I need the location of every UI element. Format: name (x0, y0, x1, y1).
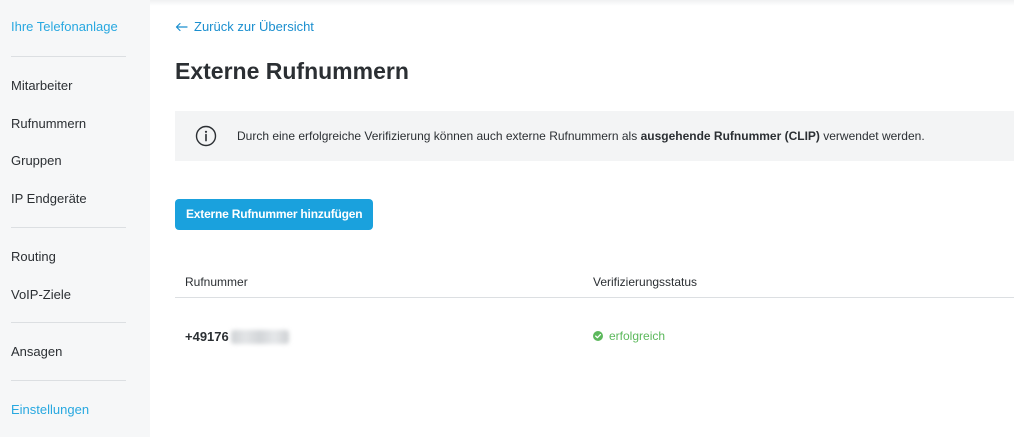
back-link[interactable]: Zurück zur Übersicht (175, 19, 314, 34)
sidebar-item-groups[interactable]: Gruppen (11, 153, 62, 168)
info-text-bold: ausgehende Rufnummer (CLIP) (640, 129, 820, 143)
status-badge: erfolgreich (593, 329, 665, 343)
sidebar-item-announcements[interactable]: Ansagen (11, 344, 62, 359)
table-row[interactable]: +49176 erfolgreich (175, 298, 1014, 376)
sidebar-item-ip-devices[interactable]: IP Endgeräte (11, 191, 87, 206)
sidebar-divider (11, 380, 126, 381)
back-link-label: Zurück zur Übersicht (194, 19, 314, 34)
sidebar-item-employees[interactable]: Mitarbeiter (11, 78, 72, 93)
phone-number: +49176 (185, 329, 289, 344)
numbers-table: Rufnummer Verifizierungsstatus +49176 er… (175, 265, 1014, 376)
info-circle-icon (195, 125, 217, 147)
redacted-digits (230, 329, 289, 344)
column-header-verification-status: Verifizierungsstatus (593, 275, 698, 289)
add-external-number-button[interactable]: Externe Rufnummer hinzufügen (175, 199, 374, 230)
sidebar-item-voip-targets[interactable]: VoIP-Ziele (11, 287, 71, 302)
sidebar-item-settings[interactable]: Einstellungen (11, 402, 89, 417)
table-header: Rufnummer Verifizierungsstatus (175, 265, 1014, 298)
page-title: Externe Rufnummern (175, 58, 409, 84)
sidebar-item-routing[interactable]: Routing (11, 249, 56, 264)
main-content: Zurück zur Übersicht Externe Rufnummern … (150, 0, 1014, 437)
sidebar: Ihre Telefonanlage Mitarbeiter Rufnummer… (0, 0, 150, 437)
status-label: erfolgreich (609, 329, 666, 343)
info-banner: Durch eine erfolgreiche Verifizierung kö… (175, 111, 1014, 161)
check-circle-icon (593, 331, 603, 341)
column-header-number: Rufnummer (185, 275, 248, 289)
sidebar-divider (11, 322, 126, 323)
sidebar-item-numbers[interactable]: Rufnummern (11, 116, 86, 131)
sidebar-divider (11, 56, 126, 57)
sidebar-header-phone-system[interactable]: Ihre Telefonanlage (11, 19, 118, 34)
sidebar-divider (11, 227, 126, 228)
arrow-left-icon (175, 22, 188, 31)
top-shadow (150, 0, 1014, 6)
info-text: Durch eine erfolgreiche Verifizierung kö… (237, 129, 925, 143)
